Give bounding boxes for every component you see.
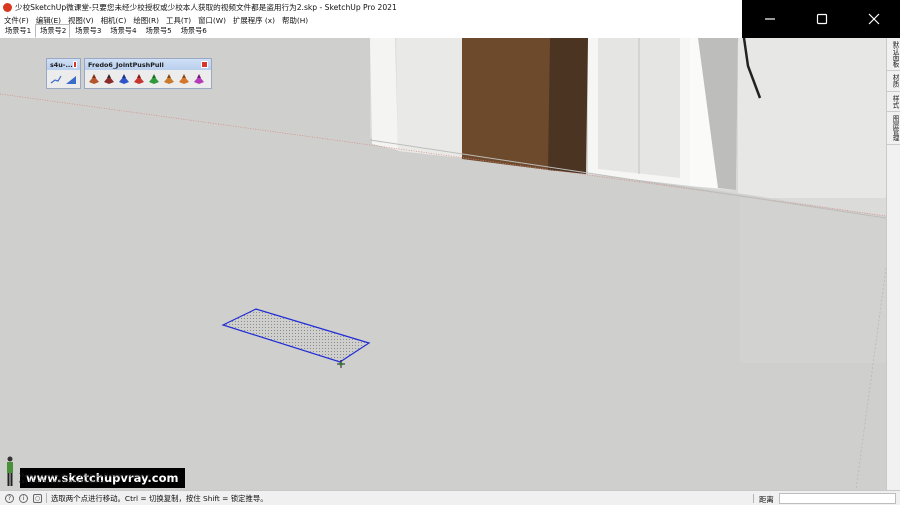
- credits-icon[interactable]: i: [19, 493, 28, 503]
- wall-left-panel: [370, 38, 398, 150]
- undo-pushpull-icon[interactable]: [193, 73, 205, 85]
- normal-pushpull-icon[interactable]: [118, 73, 130, 85]
- sketchup-app-icon[interactable]: [3, 3, 12, 12]
- close-icon: [868, 13, 880, 25]
- tab-scene-2[interactable]: 场景号2: [35, 24, 71, 38]
- tray-item-layers[interactable]: 图层管理: [887, 112, 900, 146]
- tab-scene-4[interactable]: 场景号4: [105, 24, 140, 38]
- geo-location-icon[interactable]: ?: [5, 493, 14, 503]
- tray-item-default-panel[interactable]: 默认面板: [887, 38, 900, 72]
- offset-pushpull-icon[interactable]: [178, 73, 190, 85]
- maximize-button[interactable]: [796, 0, 848, 38]
- user-account-icon[interactable]: ○: [33, 493, 42, 503]
- measurements-label: 距离: [759, 495, 774, 504]
- faded-tray-overlay: [740, 198, 886, 363]
- status-bar: ? i ○ 选取两个点进行移动。Ctrl = 切换复制，按住 Shift = 锁…: [0, 490, 900, 505]
- measurements-input[interactable]: [779, 493, 896, 504]
- joint-pushpull-icon[interactable]: [88, 73, 100, 85]
- s4u-tool-icon-1[interactable]: [50, 73, 62, 85]
- tray-item-styles[interactable]: 样式: [887, 92, 900, 112]
- close-button[interactable]: [848, 0, 900, 38]
- watermark-tagline: There is no reservation to teach you Ske…: [19, 474, 153, 485]
- vector-pushpull-icon[interactable]: [103, 73, 115, 85]
- toolbar-s4u[interactable]: s4u-...: [46, 58, 81, 89]
- maximize-icon: [816, 13, 828, 25]
- tab-scene-5[interactable]: 场景号5: [141, 24, 176, 38]
- toolbar-fredo-title: Fredo6_JointPushPull: [88, 60, 164, 69]
- menu-extensions[interactable]: 扩展程序 (x): [229, 15, 278, 26]
- window-controls: [742, 0, 900, 38]
- s4u-tool-icon-2[interactable]: [65, 73, 77, 85]
- model-viewport[interactable]: s4u-... Fredo6_JointPushPull: [0, 38, 886, 490]
- person-figure-icon: [3, 456, 17, 488]
- wood-column: [462, 38, 556, 171]
- menu-help[interactable]: 帮助(H): [278, 15, 311, 26]
- toolbar-s4u-close-icon[interactable]: [72, 61, 77, 68]
- tab-scene-1[interactable]: 场景号1: [0, 24, 35, 38]
- tab-scene-6[interactable]: 场景号6: [176, 24, 211, 38]
- window-title: 少校SketchUp微课堂-只要您未经少校授权或少校本人获取的视频文件都是盗用行…: [15, 3, 397, 12]
- thicken-pushpull-icon[interactable]: [163, 73, 175, 85]
- status-separator: [46, 493, 47, 503]
- toolbar-fredo-jointpushpull[interactable]: Fredo6_JointPushPull: [84, 58, 212, 89]
- wood-column-side: [548, 38, 588, 174]
- toolbar-fredo-close-icon[interactable]: [201, 61, 208, 68]
- status-separator: [753, 494, 754, 503]
- selected-face: [221, 308, 371, 363]
- tray-item-materials[interactable]: 材质: [887, 71, 900, 92]
- scene-tabs: 场景号1 场景号2 场景号3 场景号4 场景号5 场景号6: [0, 24, 211, 38]
- extrude-pushpull-icon[interactable]: [133, 73, 145, 85]
- default-tray: 默认面板 材质 样式 图层管理: [886, 38, 900, 490]
- minimize-icon: [765, 18, 775, 20]
- follow-pushpull-icon[interactable]: [148, 73, 160, 85]
- tab-scene-3[interactable]: 场景号3: [70, 24, 105, 38]
- scene-drawing: [0, 38, 886, 490]
- minimize-button[interactable]: [744, 0, 796, 38]
- glass-panel: [738, 38, 886, 216]
- status-hint: 选取两个点进行移动。Ctrl = 切换复制，按住 Shift = 锁定推导。: [51, 493, 268, 503]
- toolbar-s4u-title: s4u-...: [50, 60, 73, 69]
- wall-panel: [396, 38, 462, 158]
